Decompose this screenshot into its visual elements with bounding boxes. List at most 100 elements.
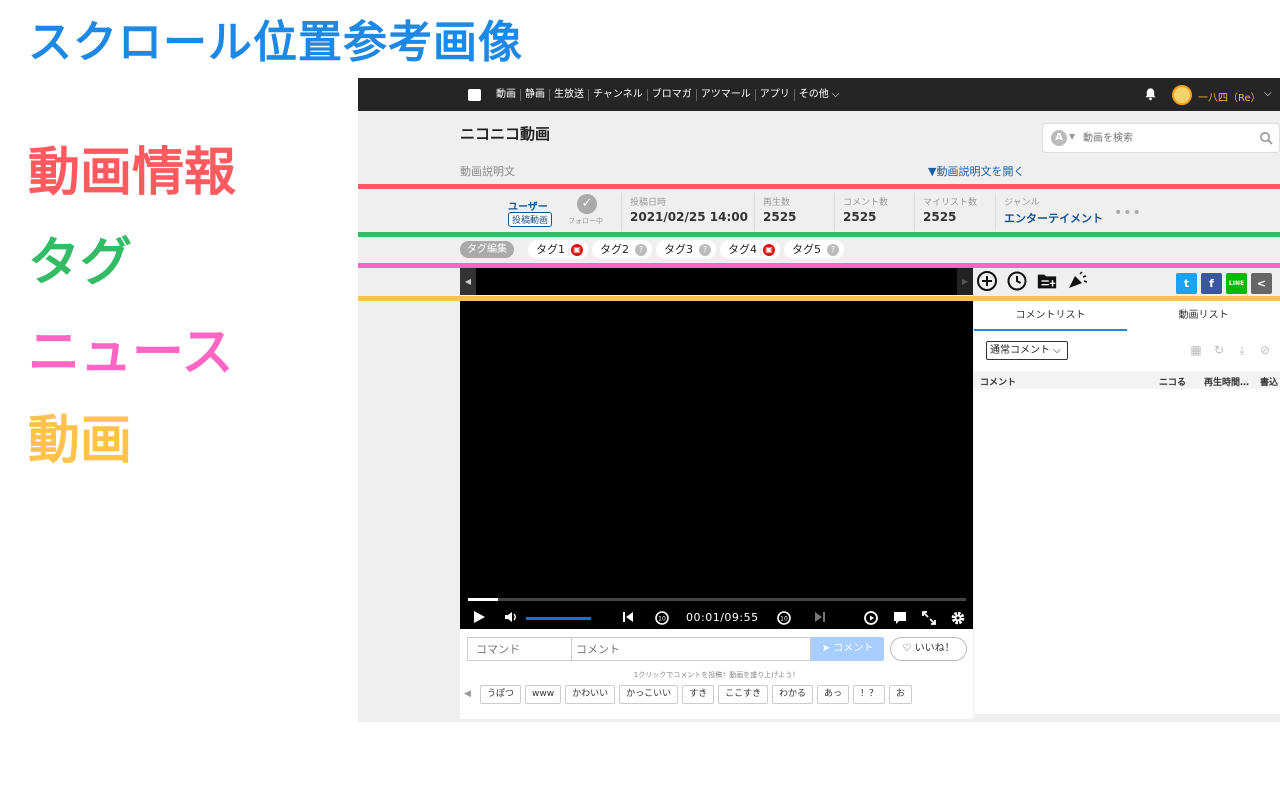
video-info-bar: ユーザー 投稿動画 ✓ フォロー中 投稿日時 2021/02/25 14:00 … xyxy=(358,189,1280,232)
video-player[interactable]: 10 00:01/09:55 10 xyxy=(460,301,973,629)
nav-item-channel[interactable]: チャンネル xyxy=(589,89,648,101)
facebook-icon[interactable]: f xyxy=(1201,273,1222,294)
description-toggle[interactable]: ▼動画説明文を開く xyxy=(928,163,1024,179)
column-play-time[interactable]: 再生時間… xyxy=(1204,375,1249,388)
volume-icon[interactable] xyxy=(504,610,518,624)
advertise-icon[interactable] xyxy=(1066,270,1088,292)
help-icon[interactable]: ? xyxy=(635,243,647,256)
more-icon[interactable]: ••• xyxy=(1114,205,1142,221)
chevron-down-icon[interactable]: ⌵ xyxy=(1264,88,1272,99)
rewind-10-icon[interactable]: 10 xyxy=(654,610,670,626)
prev-arrow-icon[interactable]: ◀ xyxy=(460,268,476,295)
tag-list: タグ1 ▣ タグ2 ? タグ3 ? タグ4 ▣ タグ5 ? xyxy=(528,240,844,259)
nav-item-app[interactable]: アプリ xyxy=(756,89,795,101)
tag-item[interactable]: タグ2 ? xyxy=(592,240,652,259)
search-box: A ▼ xyxy=(1042,123,1280,153)
seek-bar[interactable] xyxy=(468,598,966,601)
comment-input[interactable] xyxy=(571,637,811,661)
column-nicoru[interactable]: ニコる xyxy=(1159,375,1186,388)
quick-comment[interactable]: かわいい xyxy=(565,685,616,704)
quick-comment[interactable]: ！？ xyxy=(853,685,886,704)
volume-slider[interactable] xyxy=(526,617,591,620)
share-icon[interactable]: < xyxy=(1251,273,1272,294)
tag-item[interactable]: タグ4 ▣ xyxy=(720,240,780,259)
skip-next-icon[interactable] xyxy=(814,610,826,624)
command-input[interactable] xyxy=(467,637,571,661)
loop-icon[interactable] xyxy=(863,610,879,626)
tag-item[interactable]: タグ3 ? xyxy=(656,240,716,259)
add-mylist-icon[interactable] xyxy=(976,270,998,292)
search-input[interactable] xyxy=(1083,129,1243,147)
playlist-add-icon[interactable] xyxy=(1036,270,1058,292)
line-icon[interactable]: LINE xyxy=(1226,273,1247,294)
comment-submit-button[interactable]: ➤ コメント xyxy=(811,637,884,661)
uploads-badge[interactable]: 投稿動画 xyxy=(508,212,553,227)
quick-comment[interactable]: ここすき xyxy=(718,685,768,704)
refresh-icon[interactable]: ↻ xyxy=(1211,342,1227,358)
tag-item[interactable]: タグ5 ? xyxy=(784,240,844,259)
comment-form: ➤ コメント ♡ いいね！ 1クリックでコメントを投稿！動画を盛り上げよう！ ◀… xyxy=(460,629,973,719)
quick-comment[interactable]: かっこいい xyxy=(619,685,679,704)
tag-label[interactable]: タグ4 xyxy=(728,240,757,259)
nav-item-atsumaru[interactable]: アツマール xyxy=(697,89,756,101)
help-icon[interactable]: ? xyxy=(827,243,839,256)
next-arrow-icon[interactable]: ▶ xyxy=(957,268,973,295)
prev-arrow-icon[interactable]: ◀ xyxy=(464,685,476,705)
calendar-icon[interactable]: ▦ xyxy=(1188,342,1204,358)
quick-comments: ◀ うぽつ www かわいい かっこいい すき ここすき わかる あっ ！？ お xyxy=(464,685,969,705)
tab-comment-list[interactable]: コメントリスト xyxy=(974,301,1127,331)
stat-comments: コメント数 2525 xyxy=(834,193,914,231)
panel-tabs: コメントリスト 動画リスト xyxy=(974,301,1280,331)
genre-link[interactable]: エンターテイメント xyxy=(1004,210,1107,226)
tag-label[interactable]: タグ1 xyxy=(536,240,565,259)
video-actions xyxy=(976,270,1088,292)
forward-10-icon[interactable]: 10 xyxy=(776,610,792,626)
avatar[interactable] xyxy=(1172,85,1192,105)
uploader-type[interactable]: ユーザー xyxy=(508,198,548,213)
search-icon[interactable] xyxy=(1259,131,1273,145)
scroll-down-icon[interactable]: ⤓ xyxy=(1234,342,1250,358)
tag-edit-button[interactable]: タグ編集 xyxy=(460,241,514,258)
nav-item-blomaga[interactable]: ブロマガ xyxy=(648,89,697,101)
quick-comment[interactable]: うぽつ xyxy=(480,685,522,704)
search-type-icon[interactable]: A xyxy=(1051,130,1067,146)
help-icon[interactable]: ? xyxy=(699,243,711,256)
fullscreen-icon[interactable] xyxy=(921,610,937,626)
tag-label[interactable]: タグ3 xyxy=(664,240,693,259)
ng-icon[interactable]: ⊘ xyxy=(1257,342,1273,358)
nav-item-live[interactable]: 生放送 xyxy=(550,89,589,101)
quick-comment[interactable]: わかる xyxy=(771,685,813,704)
play-icon[interactable] xyxy=(472,610,486,624)
tag-label[interactable]: タグ2 xyxy=(600,240,629,259)
nav-item-other[interactable]: その他 ⌵ xyxy=(795,89,844,101)
tag-item[interactable]: タグ1 ▣ xyxy=(528,240,588,259)
quick-comment[interactable]: あっ xyxy=(817,685,850,704)
quick-comment[interactable]: お xyxy=(889,685,913,704)
nav-item-seiga[interactable]: 静画 xyxy=(521,89,550,101)
watch-later-icon[interactable] xyxy=(1006,270,1028,292)
user-name[interactable]: 一八四（Re） xyxy=(1198,89,1261,104)
tab-video-list[interactable]: 動画リスト xyxy=(1127,301,1280,331)
stat-views: 再生数 2525 xyxy=(754,193,834,231)
caret-down-icon[interactable]: ▼ xyxy=(1069,132,1075,141)
stat-value: 2525 xyxy=(843,210,877,224)
comment-toggle-icon[interactable] xyxy=(892,610,908,626)
skip-back-icon[interactable] xyxy=(622,610,634,624)
quick-comment[interactable]: www xyxy=(525,685,562,704)
bell-icon[interactable] xyxy=(1144,87,1157,101)
seek-progress xyxy=(468,598,498,601)
niconico-logo-icon[interactable] xyxy=(468,89,481,101)
comment-filter-select[interactable]: 通常コメント ⌵ xyxy=(986,341,1068,360)
check-icon[interactable]: ✓ xyxy=(577,194,597,214)
quick-comment[interactable]: すき xyxy=(682,685,715,704)
site-title[interactable]: ニコニコ動画 xyxy=(460,123,550,144)
gear-icon[interactable] xyxy=(950,610,966,626)
time-display: 00:01/09:55 xyxy=(686,611,759,624)
column-comment[interactable]: コメント xyxy=(980,375,1016,388)
nav-item-video[interactable]: 動画 xyxy=(492,89,521,101)
like-button[interactable]: ♡ いいね！ xyxy=(890,637,967,661)
column-posted[interactable]: 書込 xyxy=(1260,375,1278,388)
tag-label[interactable]: タグ5 xyxy=(792,240,821,259)
twitter-icon[interactable]: t xyxy=(1176,273,1197,294)
stat-posted: 投稿日時 2021/02/25 14:00 xyxy=(621,193,754,231)
